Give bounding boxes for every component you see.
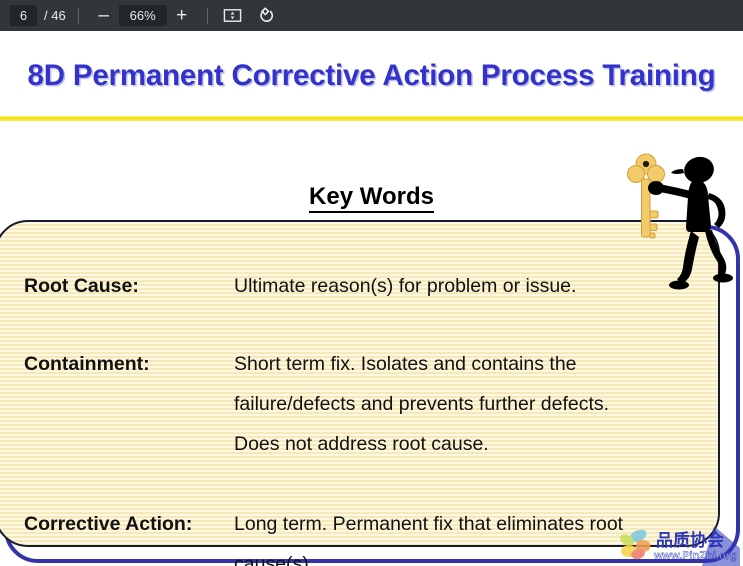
keyword-definition-line: Ultimate reason(s) for problem or issue. [234, 275, 577, 297]
keyword-definition-line: Short term fix. Isolates and contains th… [234, 353, 577, 375]
plus-icon: + [176, 5, 188, 26]
zoom-level-input[interactable]: 66% [118, 5, 167, 26]
slide-title: 8D Permanent Corrective Action Process T… [27, 59, 716, 92]
keyword-term: Containment: [24, 353, 150, 375]
keyword-definition-line: failure/defects and prevents further def… [234, 393, 610, 415]
fit-to-page-icon [223, 9, 242, 22]
zoom-out-button[interactable]: – [91, 3, 117, 29]
title-underline-rule [0, 116, 743, 121]
rotate-counterclockwise-icon [260, 6, 273, 22]
minus-icon: – [98, 5, 109, 26]
pdf-page-slide: 8D Permanent Corrective Action Process T… [0, 31, 743, 566]
keyword-definition-line: cause(s). [234, 553, 315, 566]
keyword-definition-line: Long term. Permanent fix that eliminates… [234, 513, 624, 535]
keyword-term: Corrective Action: [24, 513, 193, 535]
keyword-term: Root Cause: [24, 275, 139, 297]
toolbar-divider-1 [77, 7, 79, 24]
page-number-input[interactable]: 6 [10, 5, 37, 26]
page-navigation-group: 6 / 46 [10, 5, 66, 26]
pdf-viewer-toolbar: 6 / 46 – 66% + [0, 0, 743, 31]
zoom-in-button[interactable]: + [169, 3, 195, 29]
keyword-definition-line: Does not address root cause. [234, 433, 489, 455]
watermark-logo: 品质协会 www.PinZhi.org [618, 526, 740, 566]
toolbar-divider-2 [206, 7, 208, 24]
pinzhi-flower-logo-icon: 品质协会 www.PinZhi.org [620, 526, 740, 566]
fit-to-page-button[interactable] [220, 3, 246, 29]
keywords-heading-text: Key Words [309, 183, 434, 213]
rotate-button[interactable] [254, 3, 280, 29]
stick-figure-holding-key-illustration [613, 141, 743, 301]
stick-figure-holding-key-icon [627, 153, 733, 290]
page-total-label: / 46 [44, 8, 66, 23]
